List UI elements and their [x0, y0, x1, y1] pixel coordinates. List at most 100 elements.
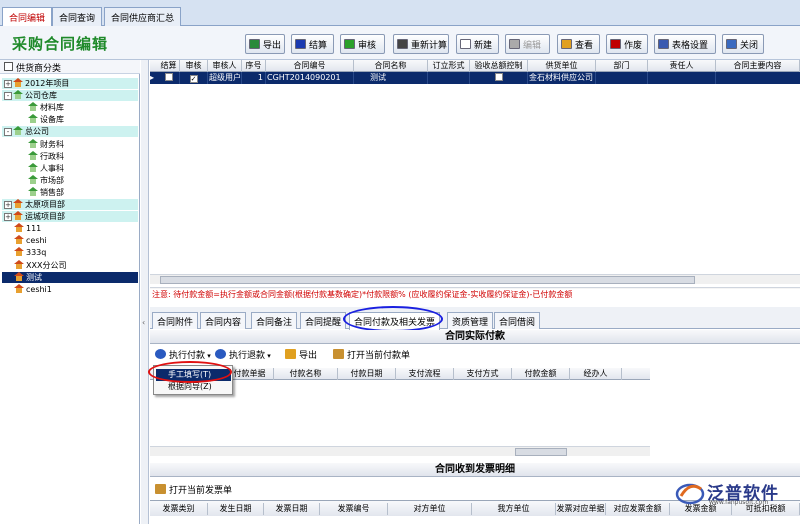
expand-icon[interactable]: +	[4, 213, 12, 222]
column-header[interactable]: 合同编号	[266, 60, 354, 72]
toolbar-button-0[interactable]: 导出	[245, 34, 285, 54]
column-header[interactable]: 供货单位	[528, 60, 596, 72]
house-icon	[13, 126, 23, 136]
sub-tab[interactable]: 资质管理	[447, 312, 494, 329]
toolbar-button-7[interactable]: 作废	[606, 34, 648, 54]
tree-node[interactable]: + 运城项目部	[2, 211, 138, 223]
toolbar-button-label: 重新计算	[411, 41, 448, 51]
sub-tab[interactable]: 合同提醒	[300, 312, 347, 329]
house-icon	[28, 150, 38, 160]
tree-node[interactable]: XXX分公司	[4, 259, 66, 271]
tree-node[interactable]: ceshi	[4, 235, 47, 246]
tree-node[interactable]: 设备库	[28, 114, 64, 125]
execute-refund-button[interactable]: 执行退款 ▾	[215, 349, 271, 363]
grid-hscroll-thumb[interactable]	[160, 276, 695, 284]
table-row[interactable]: ▸ ✓ 超级用户 1 CGHT2014090201 测试 金石材料供应公司	[150, 72, 800, 84]
toolbar-button-6[interactable]: 查看	[557, 34, 600, 54]
payment-hscroll-thumb[interactable]	[515, 448, 567, 456]
sub-tab[interactable]: 合同附件	[152, 312, 199, 329]
tab-supplier-summary[interactable]: 合同供应商汇总	[104, 7, 182, 26]
column-header[interactable]: 审核	[180, 60, 208, 72]
tree-node[interactable]: 财务科	[28, 138, 64, 150]
payment-column-header[interactable]: 付款单据	[226, 368, 274, 380]
collapse-icon[interactable]: -	[4, 92, 12, 101]
acceptance-checkbox[interactable]	[494, 73, 503, 81]
column-header[interactable]: 合同主要内容	[716, 60, 800, 72]
payment-column-header[interactable]: 付款日期	[338, 368, 396, 380]
row-indicator-icon: ▸	[150, 73, 155, 82]
house-icon	[14, 223, 24, 233]
invoice-section-title: 合同收到发票明细	[150, 463, 800, 477]
column-header[interactable]: 序号	[242, 60, 266, 72]
column-header[interactable]: 订立形式	[428, 60, 470, 72]
payment-column-header[interactable]: 付款名称	[274, 368, 338, 380]
settle-cell	[158, 72, 180, 84]
payment-column-header[interactable]: 付款金额	[512, 368, 570, 380]
column-header[interactable]: 责任人	[648, 60, 716, 72]
panel-splitter[interactable]: ‹	[141, 60, 149, 524]
toolbar-button-5[interactable]: 编辑	[505, 34, 550, 54]
toolbar-button-8[interactable]: 表格设置	[654, 34, 716, 54]
tree-node[interactable]: ceshi1	[4, 283, 52, 295]
tree-node-label: 总公司	[25, 127, 49, 137]
logo-icon	[675, 483, 705, 505]
tree-node[interactable]: 市场部	[28, 174, 64, 186]
sub-tab[interactable]: 合同内容	[200, 312, 247, 329]
supplier-category-checkbox[interactable]	[4, 62, 13, 71]
toolbar-button-4[interactable]: 新建	[456, 34, 499, 54]
top-tab-bar: 合同编辑 合同查询 合同供应商汇总	[0, 0, 800, 27]
invoice-column-header[interactable]: 发票编号	[320, 503, 388, 515]
open-payment-button[interactable]: 打开当前付款单	[333, 349, 410, 363]
column-header[interactable]: 结算	[158, 60, 180, 72]
payment-column-header[interactable]: 支付方式	[454, 368, 512, 380]
payment-column-header[interactable]: 经办人	[570, 368, 622, 380]
collapse-icon[interactable]: -	[4, 128, 12, 137]
tab-contract-query[interactable]: 合同查询	[52, 7, 103, 26]
invoice-column-header[interactable]: 发票类别	[150, 503, 208, 515]
grid-hscrollbar[interactable]	[150, 274, 800, 284]
toolbar-button-2[interactable]: 审核	[340, 34, 385, 54]
approve-cell: ✓	[180, 72, 208, 84]
tree-node[interactable]: 人事科	[28, 162, 64, 174]
open-invoice-button[interactable]: 打开当前发票单	[155, 484, 232, 498]
settle-checkbox[interactable]	[164, 73, 173, 81]
invoice-column-header[interactable]: 发票对应单据	[556, 503, 606, 515]
approve-checkbox[interactable]: ✓	[189, 75, 198, 83]
tree-node[interactable]: +2012年项目	[2, 78, 138, 89]
column-header[interactable]: 合同名称	[354, 60, 428, 72]
column-header[interactable]: 审核人	[208, 60, 242, 72]
tree-node[interactable]: 材料库	[28, 102, 64, 113]
tree-node[interactable]: + 太原项目部	[2, 199, 138, 210]
invoice-column-header[interactable]: 对方单位	[388, 503, 472, 515]
tree-node[interactable]: 333q	[4, 247, 46, 258]
sub-tab[interactable]: 合同备注	[251, 312, 298, 329]
tree-node[interactable]: 111	[4, 223, 41, 234]
approver-cell: 超级用户	[209, 72, 242, 84]
payment-hscrollbar[interactable]	[150, 446, 650, 456]
sub-tab[interactable]: 合同付款及相关发票	[349, 312, 441, 330]
house-icon	[13, 78, 23, 87]
tree-node[interactable]: 行政科	[28, 150, 64, 162]
column-header[interactable]: 验收总额控制	[470, 60, 528, 72]
tree-node[interactable]: 销售部	[28, 186, 64, 198]
expand-icon[interactable]: +	[4, 80, 12, 88]
refund-icon	[215, 349, 226, 359]
collapse-arrow-icon[interactable]: ‹	[142, 318, 145, 327]
column-header[interactable]: 部门	[596, 60, 648, 72]
invoice-column-header[interactable]: 我方单位	[472, 503, 556, 515]
payment-column-header[interactable]: 支付流程	[396, 368, 454, 380]
toolbar-button-3[interactable]: 重新计算	[393, 34, 449, 54]
tree-node[interactable]: 测试	[2, 271, 138, 283]
sub-tab[interactable]: 合同借阅	[494, 312, 541, 329]
invoice-column-header[interactable]: 发票日期	[264, 503, 320, 515]
invoice-column-header[interactable]: 发生日期	[208, 503, 264, 515]
tree-node[interactable]: - 总公司	[2, 126, 138, 138]
invoice-column-header[interactable]: 对应发票金额	[606, 503, 670, 515]
tab-contract-edit[interactable]: 合同编辑	[2, 7, 53, 27]
payment-export-button[interactable]: 导出	[285, 349, 317, 363]
toolbar-button-9[interactable]: 关闭	[722, 34, 764, 54]
expand-icon[interactable]: +	[4, 201, 12, 209]
view-icon	[561, 39, 572, 49]
tree-node[interactable]: - 公司仓库	[2, 90, 138, 102]
toolbar-button-1[interactable]: 结算	[291, 34, 334, 54]
